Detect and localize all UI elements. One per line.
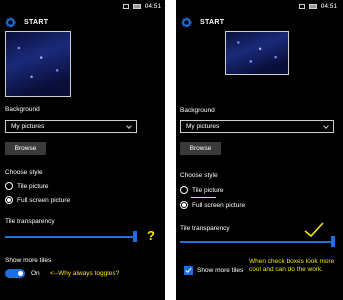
- status-time: 04:51: [144, 3, 161, 10]
- network-icon: [122, 4, 129, 9]
- show-more-tiles-checkbox[interactable]: [184, 266, 193, 275]
- battery-icon: [308, 4, 317, 9]
- radio-button[interactable]: [180, 201, 188, 209]
- radio-label: Full screen picture: [192, 201, 246, 209]
- annotation-question-mark: ?: [147, 228, 155, 243]
- battery-icon: [132, 4, 141, 9]
- tile-transparency-label: Tile transparency: [180, 225, 230, 232]
- network-icon: [298, 4, 305, 9]
- divider: [165, 0, 176, 300]
- radio-label: Tile picture: [192, 186, 224, 194]
- app-header: START: [176, 13, 341, 31]
- background-dropdown-value: My pictures: [186, 123, 220, 130]
- status-time: 04:51: [320, 3, 337, 10]
- start-preview-image: [225, 31, 289, 75]
- transparency-slider-track[interactable]: [180, 241, 332, 243]
- show-more-tiles-label: Show more tiles: [197, 267, 244, 274]
- toggle-state-label: On: [31, 270, 40, 277]
- radio-tile-picture[interactable]: Tile picture: [5, 182, 49, 190]
- radio-label: Tile picture: [17, 182, 49, 190]
- radio-full-screen-picture[interactable]: Full screen picture: [5, 196, 70, 204]
- page-title: START: [200, 18, 225, 26]
- annotation-left-note: <--Why always toggles?: [50, 270, 120, 277]
- tile-transparency-label: Tile transparency: [5, 218, 55, 225]
- radio-full-screen-picture[interactable]: Full screen picture: [180, 201, 245, 209]
- status-bar: 04:51: [176, 0, 341, 13]
- annotation-check-icon: [304, 222, 324, 238]
- background-label: Background: [180, 107, 215, 114]
- browse-button[interactable]: Browse: [5, 142, 46, 155]
- transparency-slider-thumb[interactable]: [331, 236, 335, 247]
- phone-screen-right: 04:51 START Background My pictures Brows…: [176, 0, 341, 300]
- radio-button[interactable]: [5, 196, 13, 204]
- gear-icon: [5, 16, 16, 28]
- choose-style-label: Choose style: [5, 169, 43, 176]
- radio-tile-picture[interactable]: Tile picture: [180, 186, 224, 194]
- choose-style-label: Choose style: [180, 172, 218, 179]
- check-icon: [185, 267, 192, 274]
- status-bar: 04:51: [0, 0, 165, 13]
- transparency-slider-thumb[interactable]: [133, 231, 137, 242]
- radio-label: Full screen picture: [17, 196, 71, 204]
- radio-button[interactable]: [180, 186, 188, 194]
- browse-button[interactable]: Browse: [180, 142, 221, 155]
- app-header: START: [0, 13, 165, 31]
- show-more-tiles-label: Show more tiles: [5, 257, 52, 264]
- phone-screen-left: 04:51 START Background My pictures Brows…: [0, 0, 165, 300]
- chevron-down-icon: [323, 122, 329, 129]
- background-dropdown[interactable]: My pictures: [180, 120, 334, 133]
- toggle-knob: [18, 271, 23, 276]
- show-more-tiles-toggle[interactable]: [5, 269, 25, 278]
- background-dropdown[interactable]: My pictures: [5, 120, 137, 133]
- gear-icon: [181, 16, 192, 28]
- comparison-screenshot: 04:51 START Background My pictures Brows…: [0, 0, 343, 300]
- radio-button[interactable]: [5, 182, 13, 190]
- chevron-down-icon: [126, 122, 132, 129]
- transparency-slider-track[interactable]: [5, 236, 136, 238]
- page-title: START: [24, 18, 49, 26]
- background-label: Background: [5, 106, 40, 113]
- annotation-underline: [191, 197, 216, 198]
- start-preview-image: [5, 31, 71, 97]
- annotation-right-note: When check boxes look more cool and can …: [249, 258, 335, 273]
- background-dropdown-value: My pictures: [11, 123, 45, 130]
